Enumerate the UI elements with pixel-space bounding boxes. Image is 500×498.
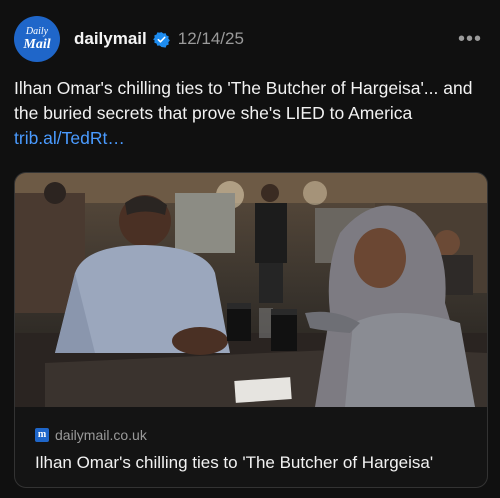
card-meta: m dailymail.co.uk Ilhan Omar's chilling … bbox=[35, 427, 471, 473]
dailymail-favicon-icon: m bbox=[35, 428, 49, 442]
avatar[interactable]: Daily Mail bbox=[14, 16, 60, 62]
avatar-text-mail: Mail bbox=[23, 36, 51, 52]
more-options-icon[interactable]: ••• bbox=[454, 28, 486, 51]
author-name[interactable]: dailymail bbox=[74, 29, 147, 49]
post-text-content: Ilhan Omar's chilling ties to 'The Butch… bbox=[14, 78, 473, 123]
post-timestamp[interactable]: 12/14/25 bbox=[178, 29, 244, 49]
post[interactable]: Daily Mail dailymail 12/14/25 ••• Ilhan … bbox=[0, 0, 500, 498]
post-link[interactable]: trib.al/TedRt… bbox=[14, 128, 125, 148]
card-title[interactable]: Ilhan Omar's chilling ties to 'The Butch… bbox=[35, 453, 471, 473]
link-preview-card[interactable]: m dailymail.co.uk Ilhan Omar's chilling … bbox=[14, 172, 488, 488]
card-domain[interactable]: dailymail.co.uk bbox=[55, 427, 147, 443]
article-photo[interactable] bbox=[15, 173, 487, 407]
card-domain-row: m dailymail.co.uk bbox=[35, 427, 471, 443]
verified-icon bbox=[152, 31, 170, 48]
post-text: Ilhan Omar's chilling ties to 'The Butch… bbox=[14, 76, 484, 151]
avatar-text-daily: Daily bbox=[25, 25, 49, 37]
post-header: Daily Mail dailymail 12/14/25 ••• bbox=[14, 16, 486, 62]
